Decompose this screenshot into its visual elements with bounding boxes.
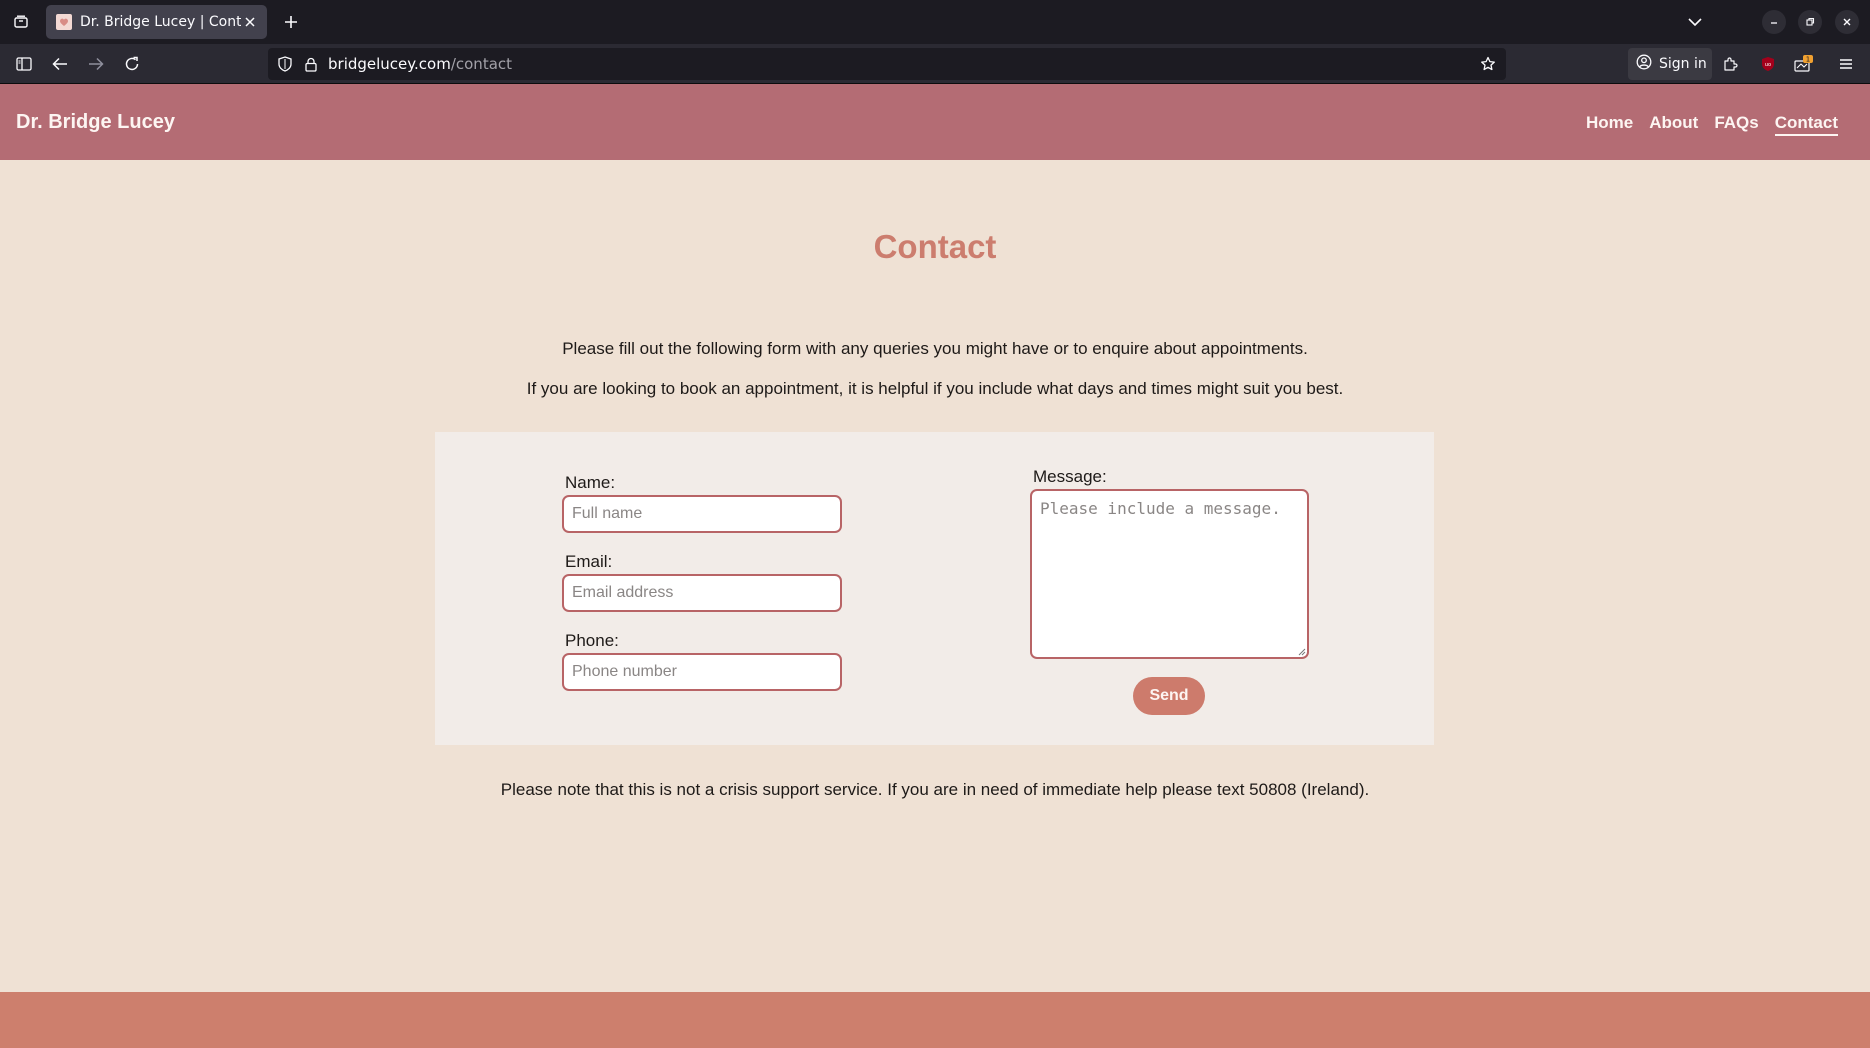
site-header: Dr. Bridge Lucey Home About FAQs Contact [0,84,1870,160]
crisis-notice: Please note that this is not a crisis su… [500,780,1370,799]
reload-icon[interactable] [118,50,146,78]
browser-toolbar: bridgelucey.com/contact Sign in uo 1 [0,44,1870,84]
tab-title: Dr. Bridge Lucey | Contact [80,14,241,30]
extension-badge-icon[interactable]: 1 [1790,50,1818,78]
hamburger-menu-icon[interactable] [1832,50,1860,78]
bookmark-star-icon[interactable] [1478,54,1498,74]
extensions-puzzle-icon[interactable] [1716,50,1744,78]
nav-link-faqs[interactable]: FAQs [1714,113,1758,136]
phone-label: Phone: [565,631,619,650]
send-button[interactable]: Send [1133,677,1205,715]
url-text: bridgelucey.com/contact [328,55,512,73]
message-textarea[interactable] [1030,489,1309,659]
forward-arrow-icon[interactable] [82,50,110,78]
resize-grip-icon[interactable] [1296,646,1306,656]
new-tab-icon[interactable] [278,9,304,35]
site-nav: Home About FAQs Contact [1586,113,1838,136]
nav-link-about[interactable]: About [1649,113,1698,136]
tab-list-icon[interactable] [8,8,34,36]
page-title: Contact [873,228,997,265]
email-input[interactable] [562,574,842,612]
close-tab-icon[interactable] [241,13,259,31]
browser-tab-active[interactable]: Dr. Bridge Lucey | Contact [46,5,267,39]
favicon-icon [56,14,72,30]
restore-icon[interactable] [1798,10,1822,34]
site-footer [0,992,1870,1048]
nav-link-home[interactable]: Home [1586,113,1633,136]
url-host: bridgelucey.com [328,55,451,73]
extension-badge-count: 1 [1806,56,1810,64]
name-input[interactable] [562,495,842,533]
browser-tab-bar: Dr. Bridge Lucey | Contact [0,0,1870,44]
intro-text-2: If you are looking to book an appointmen… [526,379,1344,398]
close-window-icon[interactable] [1835,10,1859,34]
sidebar-icon[interactable] [10,50,38,78]
sign-in-label: Sign in [1659,56,1707,72]
email-label: Email: [565,552,613,571]
ublock-shield-icon[interactable]: uo [1754,50,1782,78]
svg-text:uo: uo [1765,62,1771,68]
sign-in-button[interactable]: Sign in [1628,48,1712,80]
chevron-down-icon[interactable] [1682,10,1708,34]
back-arrow-icon[interactable] [46,50,74,78]
url-path: /contact [450,55,513,73]
phone-input[interactable] [562,653,842,691]
message-label: Message: [1033,467,1107,486]
site-brand[interactable]: Dr. Bridge Lucey [16,111,175,134]
shield-icon[interactable] [276,55,294,73]
lock-icon[interactable] [302,55,320,73]
account-icon [1636,54,1652,74]
minimize-icon[interactable] [1762,10,1786,34]
nav-link-contact[interactable]: Contact [1774,113,1838,136]
name-label: Name: [565,473,616,492]
address-bar[interactable]: bridgelucey.com/contact [268,48,1506,80]
intro-text-1: Please fill out the following form with … [562,339,1308,358]
